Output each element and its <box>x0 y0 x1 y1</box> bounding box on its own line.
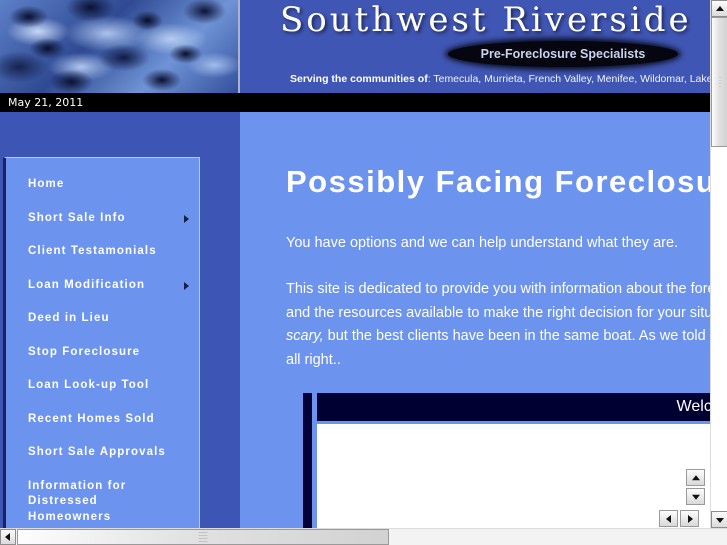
sidebar-item-label: Client Testamonials <box>28 245 157 258</box>
sidebar-item-label: Stop Foreclosure <box>28 345 141 358</box>
sidebar-item-recent-homes-sold[interactable]: Recent Homes Sold <box>6 403 199 437</box>
inner-scroll-right-button[interactable] <box>680 510 699 527</box>
scrollbar-down-button[interactable] <box>711 511 727 528</box>
current-date: May 21, 2011 <box>8 96 84 109</box>
web-page: Southwest Riverside Pre-Foreclosure Spec… <box>0 0 727 545</box>
horizontal-scrollbar-thumb[interactable] <box>17 529 389 545</box>
blue-marble-texture-icon <box>0 0 240 93</box>
main-content: Possibly Facing Foreclosure? You have op… <box>286 112 727 545</box>
vertical-scrollbar[interactable] <box>710 0 727 528</box>
sidebar-item-loan-look-up-tool[interactable]: Loan Look-up Tool <box>6 369 199 403</box>
banner-right-panel: Southwest Riverside Pre-Foreclosure Spec… <box>242 0 727 93</box>
sidebar-item-stop-foreclosure[interactable]: Stop Foreclosure <box>6 336 199 370</box>
sidebar-item-home[interactable]: Home <box>6 168 199 202</box>
sidebar-item-label: Recent Homes Sold <box>28 412 155 425</box>
horizontal-scrollbar[interactable] <box>0 528 727 545</box>
page-title: Possibly Facing Foreclosure? <box>286 164 727 199</box>
vertical-scrollbar-thumb[interactable] <box>711 17 727 147</box>
scrollbar-left-button[interactable] <box>0 529 16 545</box>
scroll-down-arrow-icon <box>715 517 724 523</box>
sidebar-item-label: Deed in Lieu <box>28 312 110 325</box>
sidebar-item-deed-in-lieu[interactable]: Deed in Lieu <box>6 302 199 336</box>
inner-scroll-down-button[interactable] <box>686 488 705 505</box>
inner-scroll-up-button[interactable] <box>686 469 705 486</box>
inner-vertical-scroll-buttons[interactable] <box>686 469 705 505</box>
inner-horizontal-scroll-buttons[interactable] <box>659 510 699 527</box>
intro-paragraph: You have options and we can help underst… <box>286 234 679 251</box>
scroll-right-arrow-icon <box>687 514 693 523</box>
sidebar-item-short-sale-approvals[interactable]: Short Sale Approvals <box>6 436 199 470</box>
scroll-up-arrow-icon <box>715 5 724 11</box>
description-part-1: This site is dedicated to provide you wi… <box>286 280 727 321</box>
chevron-right-icon <box>184 215 189 224</box>
scrollbar-grip-icon <box>198 532 208 542</box>
description-paragraph: This site is dedicated to provide you wi… <box>286 278 727 374</box>
inner-scroll-left-button[interactable] <box>659 510 678 527</box>
sidebar-item-label: Home <box>28 178 65 190</box>
scrollbar-grip-icon <box>719 77 720 87</box>
sidebar-item-loan-modification[interactable]: Loan Modification <box>6 269 199 303</box>
chevron-right-icon <box>184 282 189 291</box>
sidebar-nav: Home Short Sale Info Client Testamonials Lo… <box>3 157 200 545</box>
description-part-2: but the best clients have been in the sa… <box>286 328 727 369</box>
sidebar-item-label: Information for Distressed Homeowners <box>28 479 127 523</box>
sidebar-item-label: Short Sale Info <box>28 211 126 224</box>
page-body: Home Short Sale Info Client Testamonials Lo… <box>0 112 727 545</box>
sidebar-item-label: Loan Look-up Tool <box>28 379 150 392</box>
tagline-badge: Pre-Foreclosure Specialists <box>448 41 678 67</box>
serving-communities: Serving the communities of: Temecula, Mu… <box>290 73 727 85</box>
tagline-text: Pre-Foreclosure Specialists <box>480 47 646 61</box>
date-bar: May 21, 2011 <box>0 93 727 112</box>
scroll-left-arrow-icon <box>5 533 10 541</box>
welcome-panel-title: Welcome to our website <box>317 393 727 422</box>
scroll-up-arrow-icon <box>691 474 700 480</box>
scroll-down-arrow-icon <box>691 494 700 500</box>
site-banner: Southwest Riverside Pre-Foreclosure Spec… <box>0 0 727 93</box>
sidebar-item-client-testamonials[interactable]: Client Testamonials <box>6 235 199 269</box>
sidebar-item-label: Loan Modification <box>28 278 146 291</box>
serving-communities-label: Serving the communities of <box>290 73 428 85</box>
sidebar-item-short-sale-info[interactable]: Short Sale Info <box>6 202 199 236</box>
serving-communities-list: : Temecula, Murrieta, French Valley, Men… <box>427 73 727 85</box>
scroll-left-arrow-icon <box>665 514 671 523</box>
sidebar-item-information-for-distressed-homeowners[interactable]: Information for Distressed Homeowners <box>6 470 199 535</box>
site-title: Southwest Riverside <box>280 0 692 40</box>
sidebar-item-label: Short Sale Approvals <box>28 446 166 459</box>
browser-viewport: Southwest Riverside Pre-Foreclosure Spec… <box>0 0 727 545</box>
scrollbar-up-button[interactable] <box>711 0 727 17</box>
